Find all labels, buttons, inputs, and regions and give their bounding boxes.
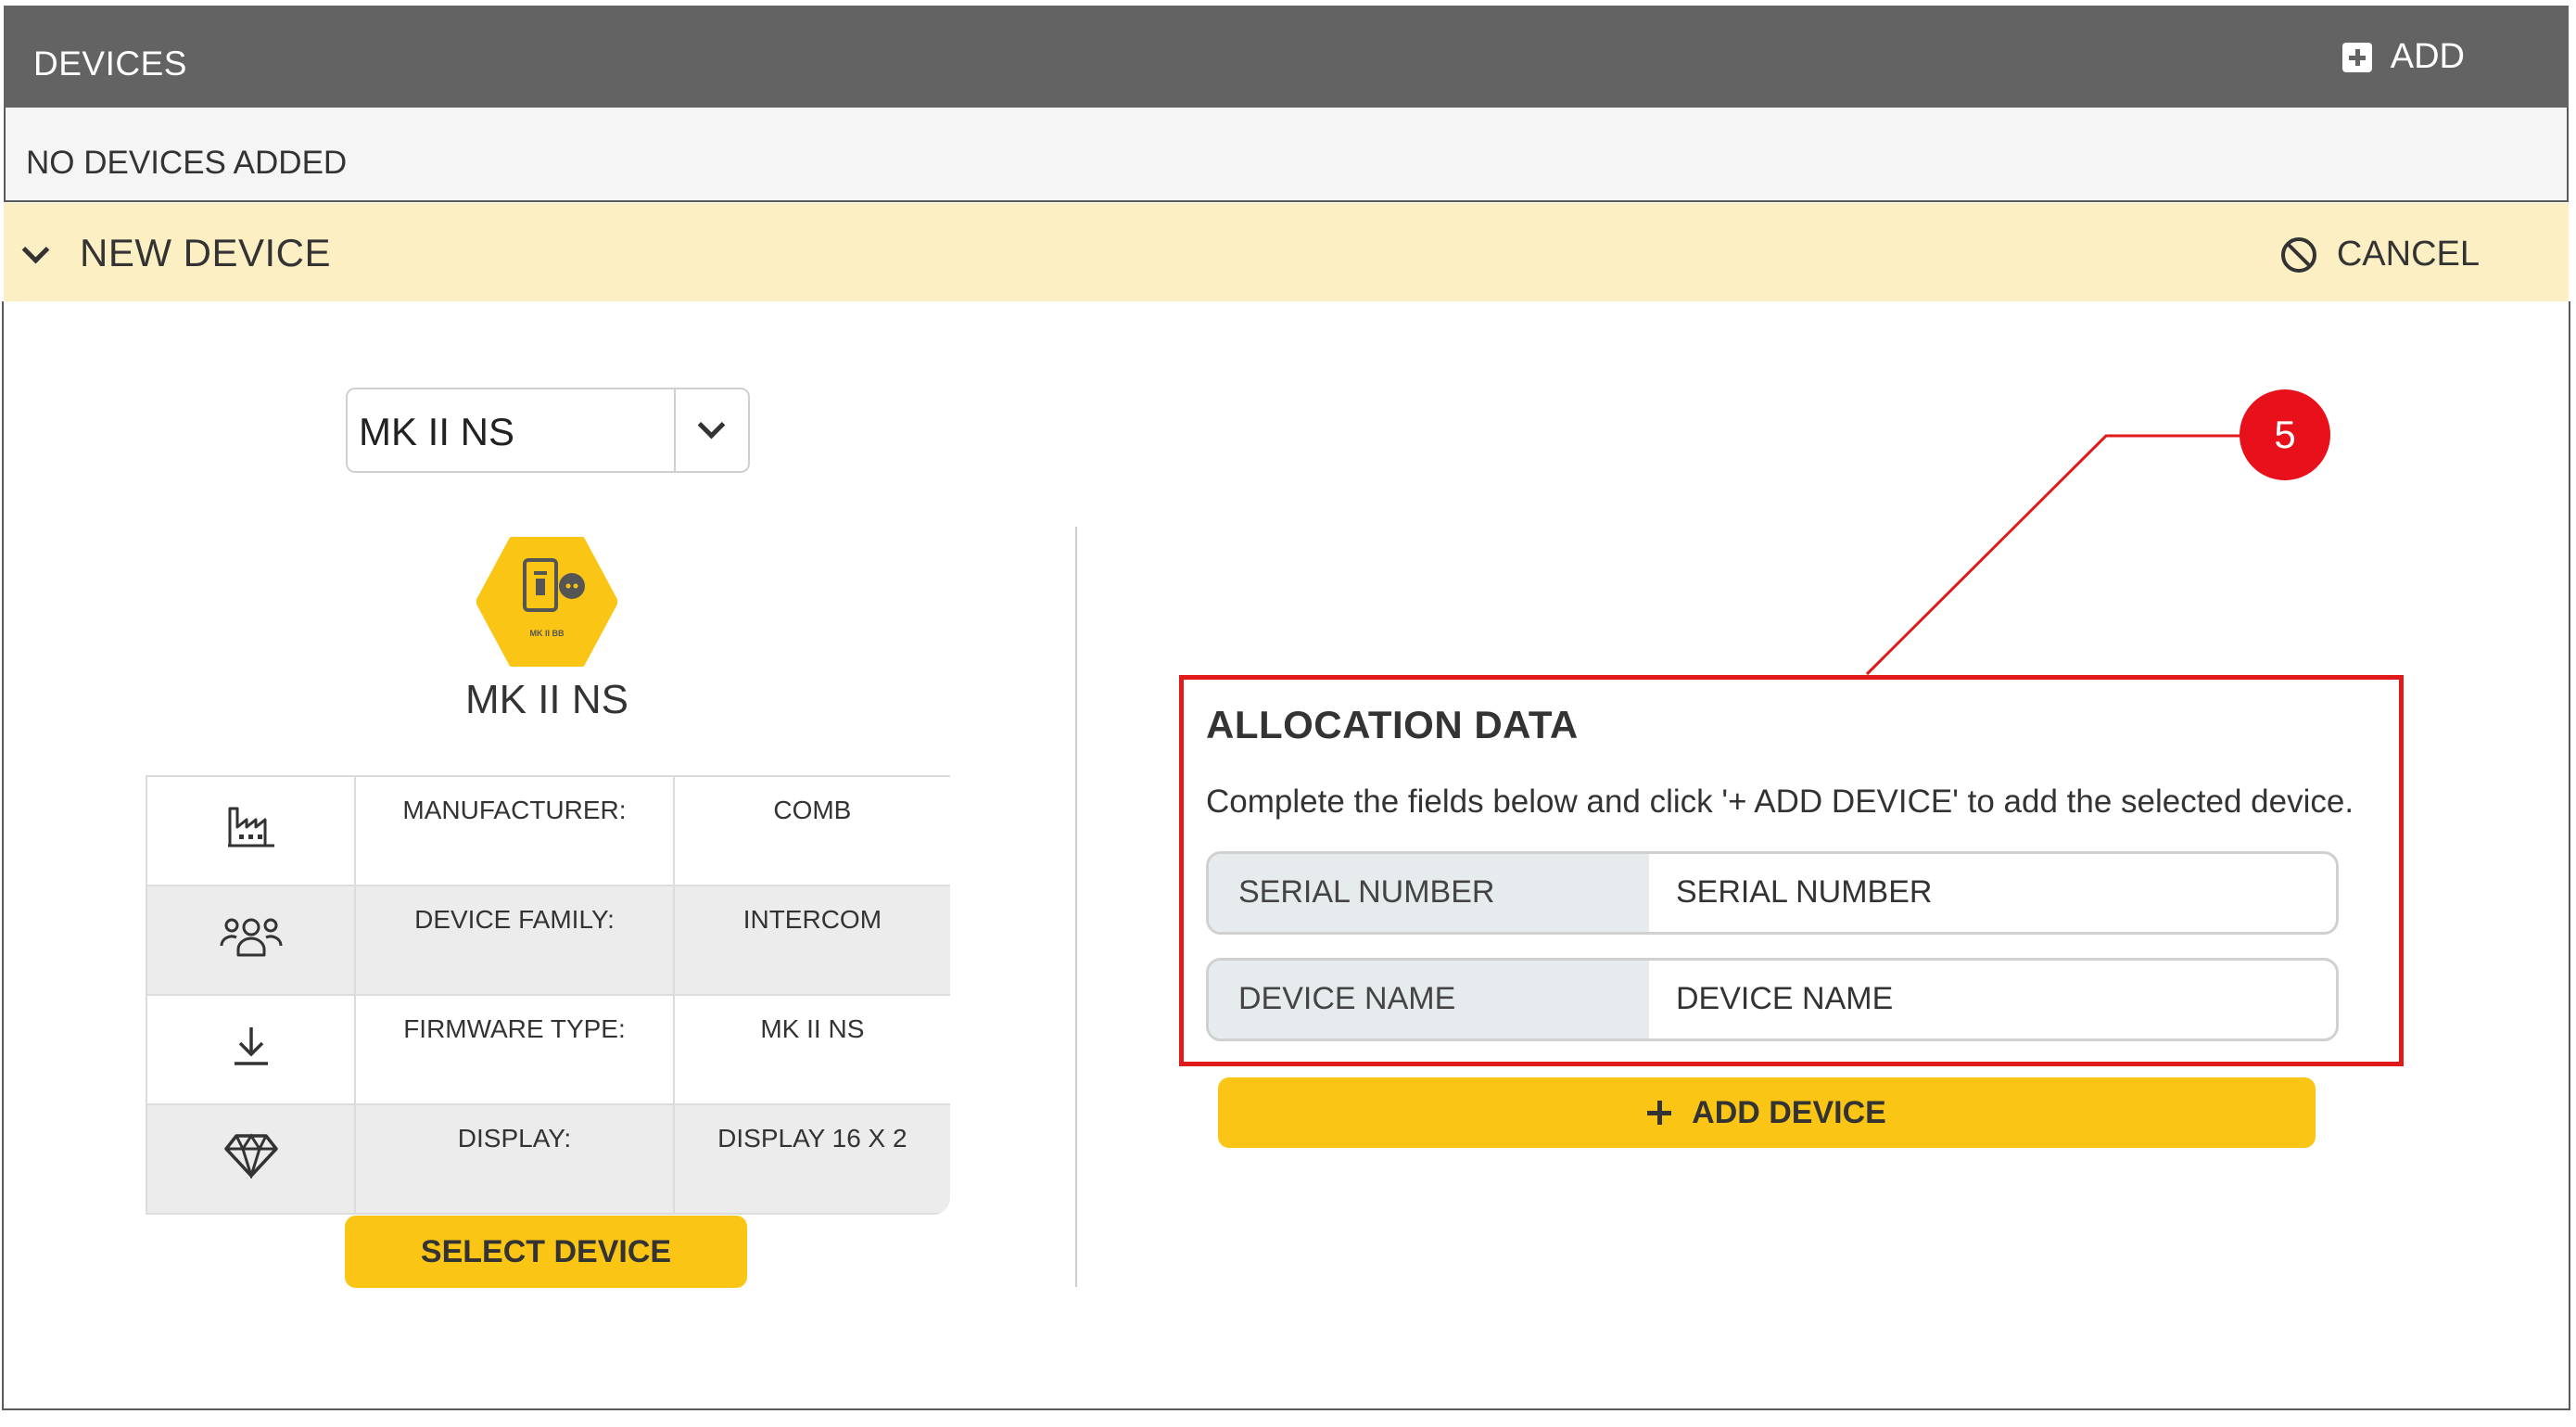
chevron-down-icon[interactable]	[21, 236, 50, 264]
new-device-title: NEW DEVICE	[80, 231, 332, 274]
panel-divider	[1075, 527, 1077, 1287]
spec-label: FIRMWARE TYPE:	[354, 994, 675, 1105]
new-device-bar[interactable]: NEW DEVICE CANCEL	[4, 203, 2569, 301]
cancel-button[interactable]: CANCEL	[2280, 235, 2480, 274]
cancel-label: CANCEL	[2336, 235, 2480, 274]
allocation-description: Complete the fields below and click '+ A…	[1206, 784, 2354, 820]
download-icon	[234, 1027, 268, 1065]
diamond-icon	[223, 1133, 278, 1181]
spec-value: COMB	[672, 775, 950, 886]
table-row: MANUFACTURER: COMB	[146, 775, 950, 886]
device-name-field[interactable]: DEVICE NAME	[1206, 958, 2339, 1041]
device-select-value: MK II NS	[359, 410, 515, 453]
devices-header: DEVICES ADD	[4, 6, 2569, 108]
table-row: DISPLAY: DISPLAY 16 X 2	[146, 1103, 950, 1215]
device-name-title: MK II NS	[464, 677, 629, 722]
spec-value: MK II NS	[672, 994, 950, 1105]
serial-number-input[interactable]	[1674, 869, 2308, 915]
spec-icon-cell	[146, 775, 357, 886]
plus-square-icon	[2341, 42, 2372, 72]
spec-label: DEVICE FAMILY:	[354, 885, 675, 996]
spec-label: MANUFACTURER:	[354, 775, 675, 886]
table-row: DEVICE FAMILY: INTERCOM	[146, 885, 950, 996]
spec-label: DISPLAY:	[354, 1103, 675, 1215]
device-name-input[interactable]	[1674, 975, 2308, 1022]
add-device-label: ADD DEVICE	[1692, 1094, 1886, 1130]
ban-icon	[2280, 236, 2316, 273]
chevron-down-icon	[697, 411, 726, 440]
table-row: FIRMWARE TYPE: MK II NS	[146, 994, 950, 1105]
factory-icon	[227, 807, 274, 847]
spec-value: DISPLAY 16 X 2	[672, 1103, 950, 1215]
device-hex-icon: MK II BB	[476, 537, 617, 667]
spec-icon-cell	[146, 1103, 357, 1215]
select-device-button[interactable]: SELECT DEVICE	[345, 1216, 747, 1288]
select-toggle[interactable]	[674, 389, 748, 471]
allocation-title: ALLOCATION DATA	[1206, 703, 1579, 746]
spec-icon-cell	[146, 994, 357, 1105]
serial-number-field[interactable]: SERIAL NUMBER	[1206, 851, 2339, 935]
spec-icon-cell	[146, 885, 357, 996]
add-device-header-button[interactable]: ADD	[2341, 37, 2465, 77]
device-type-select[interactable]: MK II NS	[346, 388, 750, 473]
add-device-button[interactable]: ADD DEVICE	[1218, 1077, 2316, 1148]
serial-number-label-box: SERIAL NUMBER	[1209, 854, 1649, 932]
users-icon	[220, 918, 283, 957]
spec-value: INTERCOM	[672, 885, 950, 996]
device-name-label-box: DEVICE NAME	[1209, 961, 1649, 1038]
serial-number-label: SERIAL NUMBER	[1238, 874, 1495, 910]
device-spec-table: MANUFACTURER: COMB DEVICE FAMILY: INTERC…	[146, 775, 950, 1215]
no-devices-text: NO DEVICES ADDED	[26, 145, 348, 181]
add-label: ADD	[2390, 37, 2465, 76]
plus-icon	[1647, 1101, 1672, 1125]
devices-title: DEVICES	[33, 45, 187, 83]
device-name-label: DEVICE NAME	[1238, 981, 1456, 1016]
icon-caption: MK II BB	[530, 629, 565, 638]
callout-number-badge: 5	[2240, 389, 2330, 480]
devices-empty-row: NO DEVICES ADDED	[4, 108, 2569, 202]
